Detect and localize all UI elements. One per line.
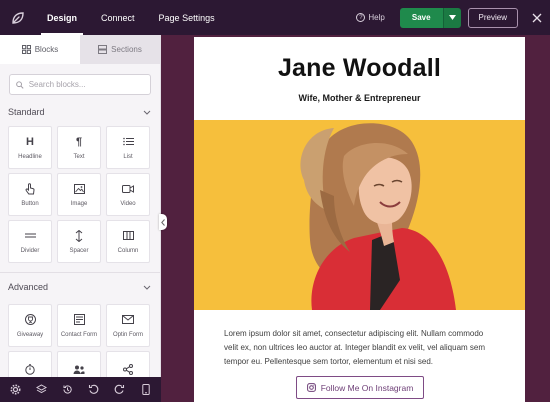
instagram-button[interactable]: Follow Me On Instagram [296,376,424,399]
spacer-icon [75,229,83,242]
blocks-icon [21,45,31,54]
search-icon [16,80,24,89]
trophy-icon [24,314,36,326]
bottom-toolbar [0,377,161,402]
divider-icon [24,230,36,242]
block-spacer[interactable]: Spacer [57,220,101,263]
block-optin-form[interactable]: Optin Form [106,304,150,347]
block-column[interactable]: Column [106,220,150,263]
sections-icon [98,45,108,54]
search-blocks [9,74,151,95]
page-subtitle[interactable]: Wife, Mother & Entrepreneur [194,93,525,103]
block-label: Video [120,200,136,207]
tab-blocks[interactable]: Blocks [0,35,80,64]
close-icon[interactable] [530,11,544,25]
share-icon [123,364,133,376]
video-icon [122,183,134,195]
standard-blocks-grid: H Headline ¶ Text List Button Image Vide… [0,126,160,263]
caret-down-icon [448,15,456,20]
save-button[interactable]: Save [399,7,443,28]
standard-section-header[interactable]: Standard [0,102,160,122]
gear-icon[interactable] [7,382,23,398]
help-icon: ? [356,13,366,22]
chevron-down-icon [143,110,151,115]
block-image[interactable]: Image [57,173,101,216]
block-label: Giveaway [16,331,44,338]
tab-connect[interactable]: Connect [89,0,147,35]
block-headline[interactable]: H Headline [8,126,52,169]
undo-icon[interactable] [86,382,102,398]
section-divider [0,272,160,273]
tab-design[interactable]: Design [35,0,89,35]
help-label: Help [368,13,385,22]
block-label: Contact Form [60,331,98,338]
users-icon [73,364,85,376]
chevron-left-icon [161,218,165,226]
hero-image[interactable] [194,120,525,310]
collapse-sidebar-toggle[interactable] [159,214,167,230]
block-label: Text [73,153,85,160]
standard-section-title: Standard [8,107,45,117]
block-text[interactable]: ¶ Text [57,126,101,169]
advanced-section-title: Advanced [8,282,49,292]
search-input[interactable] [28,80,144,89]
tab-blocks-label: Blocks [34,45,59,54]
block-giveaway[interactable]: Giveaway [8,304,52,347]
pointer-icon [25,182,35,195]
chevron-down-icon [143,285,151,290]
portrait-illustration [194,120,525,310]
redo-icon[interactable] [112,382,128,398]
block-label: Button [21,200,39,207]
block-label: List [123,153,133,160]
instagram-button-label: Follow Me On Instagram [320,382,414,393]
intro-paragraph[interactable]: Lorem ipsum dolor sit amet, consectetur … [224,327,499,369]
top-bar: Design Connect Page Settings ? Help Save… [0,0,550,35]
sidebar-tabs: Blocks Sections [0,35,160,64]
block-contact-form[interactable]: Contact Form [57,304,101,347]
block-label: Column [117,247,139,254]
block-video[interactable]: Video [106,173,150,216]
image-icon [73,183,85,195]
instagram-icon [306,383,316,392]
block-label: Headline [18,153,42,160]
save-options-dropdown[interactable] [442,7,461,28]
block-label: Divider [20,247,40,254]
tab-page-settings[interactable]: Page Settings [147,0,227,35]
block-social-profiles[interactable] [57,351,101,377]
stopwatch-icon [25,364,35,376]
tab-sections[interactable]: Sections [80,35,160,64]
history-icon[interactable] [59,382,75,398]
save-group: Save [399,7,461,28]
advanced-section-header[interactable]: Advanced [0,277,160,297]
block-countdown[interactable] [8,351,52,377]
paragraph-icon: ¶ [75,135,83,148]
seedprod-logo-icon[interactable] [0,0,35,35]
block-social-sharing[interactable] [106,351,150,377]
list-icon [122,136,134,148]
form-icon [73,314,85,326]
block-label: Image [70,200,88,207]
block-divider[interactable]: Divider [8,220,52,263]
advanced-blocks-grid: Giveaway Contact Form Optin Form [0,304,160,377]
mobile-icon[interactable] [138,382,154,398]
help-link[interactable]: ? Help [356,13,385,22]
tab-sections-label: Sections [111,45,142,54]
block-button[interactable]: Button [8,173,52,216]
heading-icon: H [26,135,34,148]
layers-icon[interactable] [33,382,49,398]
preview-button[interactable]: Preview [467,7,518,28]
envelope-icon [122,314,134,326]
landing-page-preview[interactable]: Jane Woodall Wife, Mother & Entrepreneur [194,37,525,402]
block-list[interactable]: List [106,126,150,169]
block-label: Spacer [69,247,89,254]
column-icon [122,230,134,242]
page-headline[interactable]: Jane Woodall [194,54,525,83]
block-label: Optin Form [112,331,143,338]
page-canvas: Jane Woodall Wife, Mother & Entrepreneur [161,35,550,402]
blocks-sidebar: Blocks Sections Standard H Headline ¶ Te… [0,35,161,377]
